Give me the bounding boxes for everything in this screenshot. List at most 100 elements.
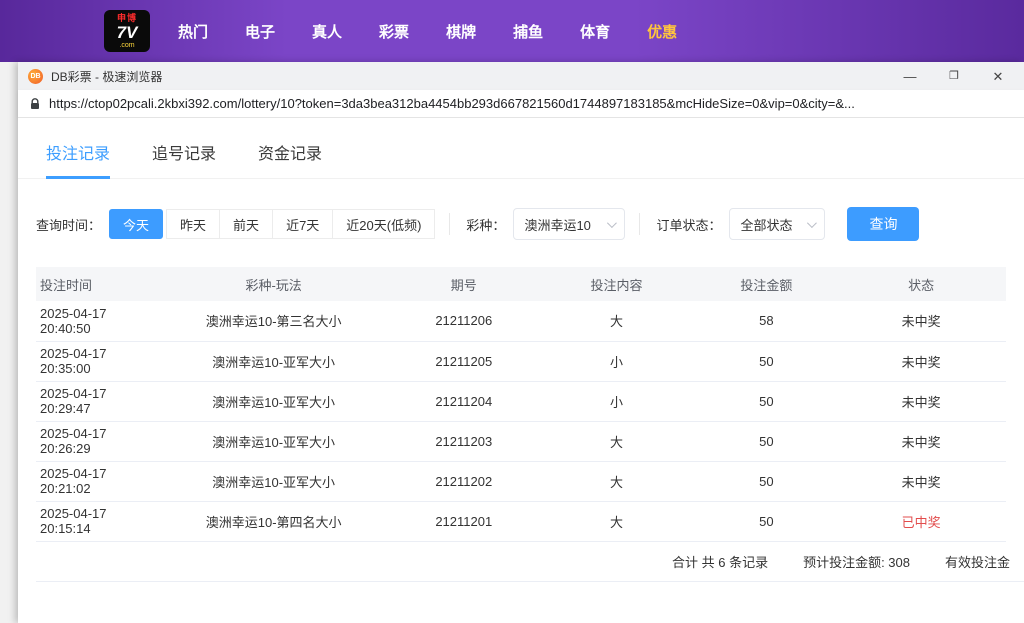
nav-item-捕鱼[interactable]: 捕鱼	[513, 21, 543, 42]
window-title-bar: DB DB彩票 - 极速浏览器 — ❐ ✕	[18, 62, 1024, 90]
summary-row: 合计 共 6 条记录 预计投注金额: 308 有效投注金	[36, 542, 1024, 582]
nav-item-真人[interactable]: 真人	[312, 21, 342, 42]
column-header-投注金额: 投注金额	[696, 267, 837, 301]
table-row: 2025-04-17 20:21:02 澳洲幸运10-亚军大小 21211202 大 5…	[36, 461, 1006, 502]
nav-item-彩票[interactable]: 彩票	[379, 21, 409, 42]
filter-separator	[639, 213, 641, 235]
bet-time-cell: 2025-04-17 20:29:47	[36, 381, 157, 422]
page-content: 投注记录 追号记录 资金记录 查询时间： 今天 昨天 前天 近7天 近20天(低频) 彩种：…	[18, 118, 1024, 623]
game-type-cell: 澳洲幸运10-亚军大小	[156, 461, 391, 502]
table-row: 2025-04-17 20:35:00 澳洲幸运10-亚军大小 21211205 小 5…	[36, 341, 1006, 382]
nav-item-棋牌[interactable]: 棋牌	[446, 21, 476, 42]
lottery-select[interactable]: 澳洲幸运10	[513, 208, 626, 240]
tab-资金记录[interactable]: 资金记录	[258, 140, 322, 179]
search-button[interactable]: 查询	[847, 207, 920, 241]
bet-time-cell: 2025-04-17 20:35:00	[36, 341, 157, 382]
address-bar[interactable]: https://ctop02pcali.2kbxi392.com/lottery…	[18, 90, 1024, 118]
summary-item-1: 预计投注金额: 308	[803, 554, 910, 570]
nav-item-热门[interactable]: 热门	[178, 21, 208, 42]
column-header-期号: 期号	[391, 267, 537, 301]
issue-number-cell: 21211206	[391, 301, 537, 342]
bet-content-cell: 大	[536, 301, 697, 342]
order-status-select[interactable]: 全部状态	[729, 208, 826, 240]
filter-bar: 查询时间： 今天 昨天 前天 近7天 近20天(低频) 彩种： 澳洲幸运10 订单状态：…	[18, 179, 1024, 241]
filter-separator	[449, 213, 451, 235]
window-controls: — ❐ ✕	[902, 70, 1014, 83]
minimize-button[interactable]: —	[902, 70, 918, 83]
status-cell: 未中奖	[836, 341, 1006, 382]
bet-time-cell: 2025-04-17 20:15:14	[36, 501, 157, 542]
bet-time-cell: 2025-04-17 20:26:29	[36, 421, 157, 462]
bet-amount-cell: 50	[696, 421, 837, 462]
table-row: 2025-04-17 20:29:47 澳洲幸运10-亚军大小 21211204 小 5…	[36, 381, 1006, 422]
bet-time-cell: 2025-04-17 20:40:50	[36, 301, 157, 342]
bet-amount-cell: 50	[696, 381, 837, 422]
issue-number-cell: 21211203	[391, 421, 537, 462]
time-option-今天[interactable]: 今天	[109, 209, 164, 239]
issue-number-cell: 21211202	[391, 461, 537, 502]
column-header-状态: 状态	[836, 267, 1006, 301]
tab-追号记录[interactable]: 追号记录	[152, 140, 216, 179]
url-text: https://ctop02pcali.2kbxi392.com/lottery…	[49, 96, 855, 111]
site-logo-main-text: 7V	[116, 22, 138, 42]
table-row: 2025-04-17 20:15:14 澳洲幸运10-第四名大小 21211201 大…	[36, 501, 1006, 542]
maximize-button[interactable]: ❐	[946, 70, 962, 82]
bet-content-cell: 大	[536, 421, 697, 462]
bet-content-cell: 小	[536, 381, 697, 422]
summary-item-0: 合计 共 6 条记录	[672, 554, 769, 570]
status-cell: 未中奖	[836, 301, 1006, 342]
tab-投注记录[interactable]: 投注记录	[46, 140, 111, 179]
nav-item-电子[interactable]: 电子	[245, 21, 275, 42]
lottery-select-value: 澳洲幸运10	[524, 217, 591, 233]
table-row: 2025-04-17 20:26:29 澳洲幸运10-亚军大小 21211203 大 5…	[36, 421, 1006, 462]
status-cell: 未中奖	[836, 381, 1006, 422]
window-title: DB彩票 - 极速浏览器	[51, 69, 163, 84]
nav-item-优惠[interactable]: 优惠	[647, 21, 677, 42]
bet-amount-cell: 50	[696, 341, 837, 382]
summary-item-2: 有效投注金	[945, 554, 1011, 570]
game-type-cell: 澳洲幸运10-亚军大小	[156, 421, 391, 462]
game-type-cell: 澳洲幸运10-第三名大小	[156, 301, 391, 342]
browser-favicon: DB	[28, 68, 43, 84]
issue-number-cell: 21211201	[391, 501, 537, 542]
browser-window: DB DB彩票 - 极速浏览器 — ❐ ✕ https://ctop02pcal…	[18, 62, 1024, 623]
lottery-filter-label: 彩种：	[466, 217, 506, 233]
status-cell: 未中奖	[836, 421, 1006, 462]
table-header-row: 投注时间 彩种-玩法 期号 投注内容 投注金额 状态	[36, 267, 1006, 301]
game-type-cell: 澳洲幸运10-亚军大小	[156, 381, 391, 422]
column-header-投注内容: 投注内容	[536, 267, 697, 301]
bet-records-table-wrap: 投注时间 彩种-玩法 期号 投注内容 投注金额 状态 2025-04-17 20:40:5…	[36, 267, 1006, 542]
table-row: 2025-04-17 20:40:50 澳洲幸运10-第三名大小 21211206 大…	[36, 301, 1006, 342]
status-filter-label: 订单状态：	[656, 217, 722, 233]
bet-content-cell: 大	[536, 501, 697, 542]
chevron-down-icon	[807, 217, 818, 228]
time-option-昨天[interactable]: 昨天	[166, 209, 221, 239]
game-type-cell: 澳洲幸运10-亚军大小	[156, 341, 391, 382]
status-cell: 未中奖	[836, 461, 1006, 502]
time-option-近20天(低频)[interactable]: 近20天(低频)	[332, 209, 436, 239]
summary-items: 合计 共 6 条记录 预计投注金额: 308 有效投注金	[672, 542, 1010, 581]
order-status-select-value: 全部状态	[740, 217, 793, 233]
time-filter-group: 今天 昨天 前天 近7天 近20天(低频)	[109, 209, 436, 239]
bet-amount-cell: 50	[696, 461, 837, 502]
time-option-近7天[interactable]: 近7天	[272, 209, 334, 239]
bet-content-cell: 大	[536, 461, 697, 502]
close-button[interactable]: ✕	[990, 70, 1006, 83]
bet-content-cell: 小	[536, 341, 697, 382]
column-header-彩种-玩法: 彩种-玩法	[156, 267, 391, 301]
time-filter-label: 查询时间：	[36, 217, 102, 233]
site-logo-top-text: 申博	[116, 12, 137, 23]
site-logo-suffix-text: .com	[119, 41, 135, 49]
column-header-投注时间: 投注时间	[36, 267, 157, 301]
status-cell: 已中奖	[836, 501, 1006, 542]
game-type-cell: 澳洲幸运10-第四名大小	[156, 501, 391, 542]
bet-amount-cell: 50	[696, 501, 837, 542]
issue-number-cell: 21211205	[391, 341, 537, 382]
site-logo[interactable]: 申博 7V .com	[104, 10, 150, 52]
issue-number-cell: 21211204	[391, 381, 537, 422]
bet-records-table: 投注时间 彩种-玩法 期号 投注内容 投注金额 状态 2025-04-17 20:40:5…	[36, 267, 1006, 542]
time-option-前天[interactable]: 前天	[219, 209, 274, 239]
bet-time-cell: 2025-04-17 20:21:02	[36, 461, 157, 502]
nav-item-体育[interactable]: 体育	[580, 21, 610, 42]
record-tabs: 投注记录 追号记录 资金记录	[18, 134, 1024, 179]
